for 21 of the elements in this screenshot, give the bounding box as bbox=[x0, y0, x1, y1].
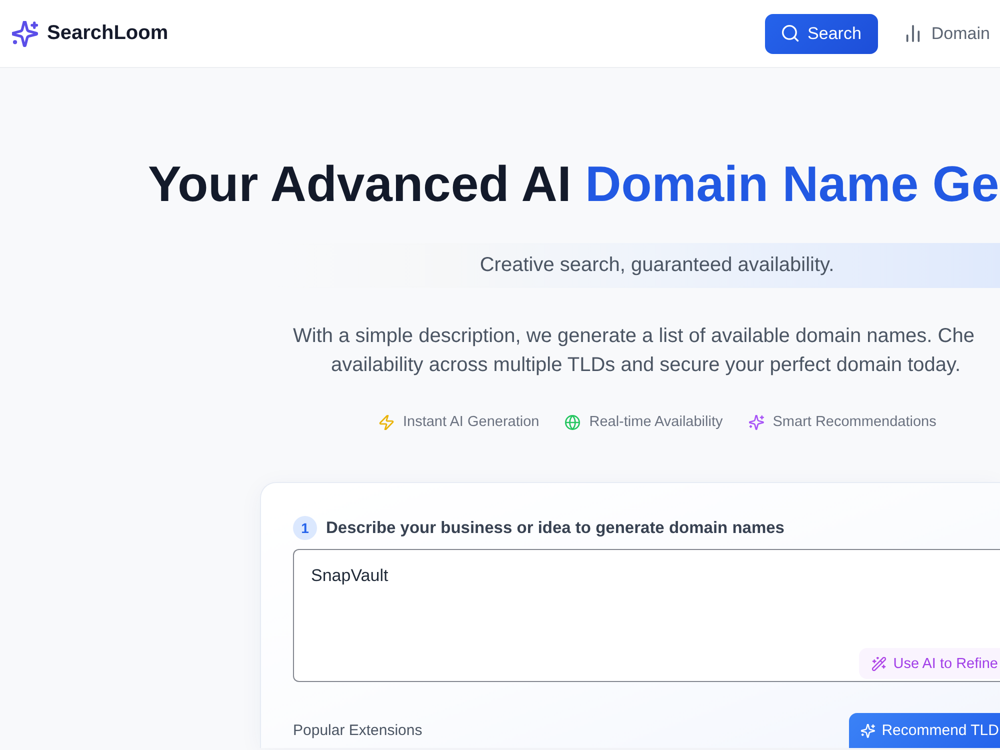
globe-icon bbox=[565, 414, 580, 430]
refine-button[interactable]: Use AI to Refine bbox=[859, 648, 1000, 679]
feature-label: Smart Recommendations bbox=[772, 414, 936, 430]
magic-wand-icon bbox=[872, 656, 886, 670]
feature-label: Real-time Availability bbox=[589, 414, 723, 430]
feature-label: Instant AI Generation bbox=[403, 414, 540, 430]
brand-name: SearchLoom bbox=[47, 22, 168, 45]
search-button[interactable]: Search bbox=[764, 14, 878, 54]
sparkles-logo-icon bbox=[12, 20, 38, 46]
hero-title: Your Advanced AI Domain Name Ge bbox=[148, 155, 1000, 214]
nav-link[interactable]: Domain bbox=[906, 24, 990, 44]
step-number: 1 bbox=[293, 516, 317, 540]
sparkles-icon bbox=[748, 414, 764, 430]
bar-chart-icon bbox=[906, 25, 920, 42]
extensions-label: Popular Extensions bbox=[293, 722, 422, 739]
prompt-label: Describe your business or idea to generate domain names bbox=[326, 518, 784, 538]
recommend-button[interactable]: Recommend TLD bbox=[848, 713, 1000, 748]
sparkles-icon bbox=[860, 724, 875, 738]
description-text: With a simple description, we generate a list of available domain names. Che availability across multiple TLDs and secure your perfect domain today. bbox=[293, 324, 976, 378]
lightning-bolt-icon bbox=[379, 414, 394, 430]
search-icon bbox=[782, 25, 799, 42]
